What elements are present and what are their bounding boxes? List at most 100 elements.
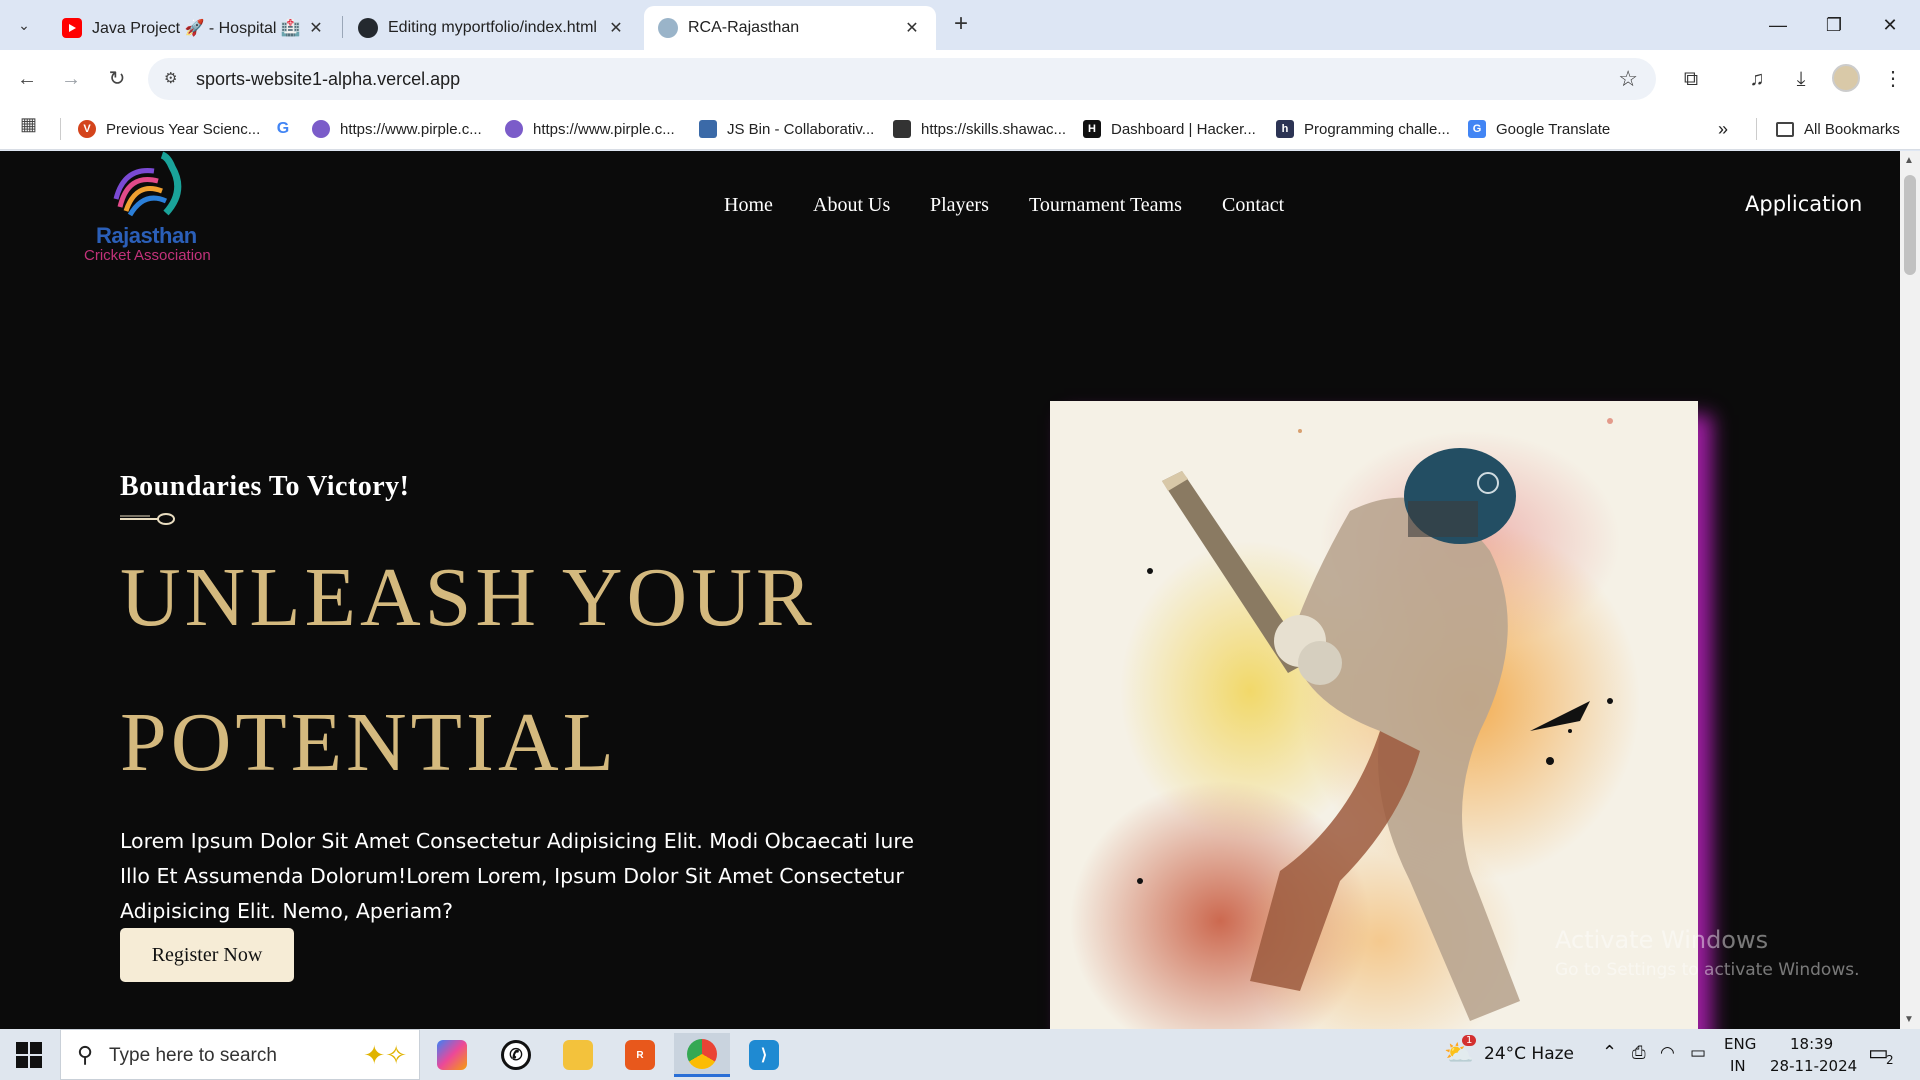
bookmark-programming[interactable]: h Programming challe...	[1276, 118, 1450, 140]
scroll-down-icon[interactable]: ▼	[1904, 1014, 1914, 1025]
nav-players[interactable]: Players	[930, 194, 989, 217]
taskbar-file-explorer[interactable]	[550, 1033, 606, 1077]
show-hidden-icons[interactable]: ⌃	[1602, 1042, 1617, 1063]
hackerearth-icon: h	[1276, 120, 1294, 138]
bookmark-shawac[interactable]: https://skills.shawac...	[893, 118, 1066, 140]
tab-title: RCA-Rajasthan	[688, 19, 800, 36]
nav-about-us[interactable]: About Us	[813, 194, 890, 217]
page-scrollbar[interactable]: ▲ ▼	[1900, 151, 1920, 1029]
new-tab-button[interactable]: +	[948, 12, 974, 38]
wifi-icon[interactable]: ◠	[1660, 1043, 1675, 1063]
hackerrank-icon: H	[1083, 120, 1101, 138]
bookmark-label: https://skills.shawac...	[921, 120, 1067, 138]
close-tab-icon[interactable]: ✕	[606, 18, 626, 38]
chrome-icon	[687, 1038, 717, 1069]
watermark-subtitle: Go to Settings to activate Windows.	[1555, 960, 1860, 980]
language-eng[interactable]: ENG	[1724, 1035, 1756, 1053]
site-info-icon[interactable]: ⚙	[164, 69, 184, 89]
peacock-logo-icon	[113, 151, 182, 217]
copilot-icon	[437, 1040, 467, 1070]
profile-avatar[interactable]	[1832, 64, 1860, 92]
tab-strip: ⌄ Java Project 🚀 - Hospital 🏥 ✕ Editing …	[0, 0, 1920, 50]
bookmark-google-translate[interactable]: G Google Translate	[1468, 118, 1610, 140]
minimize-button[interactable]: —	[1750, 8, 1806, 42]
windows-start-icon[interactable]	[16, 1042, 42, 1068]
bookmark-previous-year[interactable]: V Previous Year Scienc...	[78, 118, 260, 140]
browser-toolbar: ← → ↻ ⚙ sports-website1-alpha.vercel.app…	[0, 50, 1920, 108]
apps-grid-icon[interactable]: ▦	[20, 114, 37, 135]
whatsapp-icon: ✆	[501, 1040, 531, 1070]
watermark-title: Activate Windows	[1555, 926, 1769, 954]
bookmark-jsbin[interactable]: JS Bin - Collaborativ...	[699, 118, 874, 140]
taskbar-search-box[interactable]: ⚲ Type here to search ✦✧	[60, 1029, 420, 1080]
close-tab-icon[interactable]: ✕	[902, 18, 922, 38]
sparkle-icon: ✦✧	[363, 1040, 407, 1070]
bookmark-label: Dashboard | Hacker...	[1111, 120, 1256, 138]
reader-icon: R	[625, 1040, 655, 1070]
tab-rca-rajasthan[interactable]: RCA-Rajasthan ✕	[644, 6, 936, 50]
bookmark-hackerrank[interactable]: H Dashboard | Hacker...	[1083, 118, 1256, 140]
tab-editing-portfolio[interactable]: Editing myportfolio/index.html ✕	[344, 6, 640, 50]
hero-description: Lorem Ipsum Dolor Sit Amet Consectetur A…	[120, 829, 914, 923]
restore-button[interactable]: ❐	[1806, 8, 1862, 42]
github-icon	[358, 18, 378, 38]
more-bookmarks-icon[interactable]: »	[1718, 118, 1728, 140]
activate-windows-watermark: Activate Windows Go to Settings to activ…	[1555, 926, 1860, 980]
meet-now-icon[interactable]: ⎙	[1632, 1043, 1646, 1063]
scroll-up-icon[interactable]: ▲	[1904, 155, 1914, 166]
extensions-icon[interactable]: ⧉	[1676, 64, 1706, 94]
tagline: Boundaries To Victory!	[120, 471, 410, 502]
translate-icon: G	[1468, 120, 1486, 138]
register-now-button[interactable]: Register Now	[120, 928, 294, 982]
bookmark-label: All Bookmarks	[1804, 120, 1900, 138]
forward-button[interactable]: →	[56, 64, 86, 94]
taskbar-vscode[interactable]: ⟩	[736, 1033, 792, 1077]
logo-subtitle: Cricket Association	[84, 247, 211, 264]
all-bookmarks-button[interactable]: All Bookmarks	[1776, 118, 1900, 140]
application-link[interactable]: Application	[1745, 192, 1862, 216]
nav-contact[interactable]: Contact	[1222, 194, 1284, 217]
folder-icon	[563, 1040, 593, 1070]
rca-logo[interactable]: Rajasthan Cricket Association	[84, 151, 224, 266]
taskbar-chrome[interactable]	[674, 1033, 730, 1077]
rca-icon	[658, 18, 678, 38]
clock-time[interactable]: 18:39	[1790, 1035, 1833, 1053]
media-control-icon[interactable]: ♫	[1742, 64, 1772, 94]
bookmark-label: Programming challe...	[1304, 120, 1450, 138]
bookmark-pirple-1[interactable]: https://www.pirple.c...	[312, 118, 482, 140]
reload-button[interactable]: ↻	[102, 64, 132, 94]
download-icon[interactable]: ⤓	[1786, 64, 1816, 94]
close-window-button[interactable]: ✕	[1862, 8, 1918, 42]
clock-date[interactable]: 28-11-2024	[1770, 1057, 1857, 1075]
pirple-icon	[505, 120, 523, 138]
youtube-icon	[62, 18, 82, 38]
tab-java-project[interactable]: Java Project 🚀 - Hospital 🏥 ✕	[48, 6, 340, 50]
taskbar-copilot[interactable]	[424, 1033, 480, 1077]
weather-text[interactable]: 24°C Haze	[1484, 1044, 1574, 1064]
bookmark-divider	[60, 118, 61, 140]
bookmark-label: https://www.pirple.c...	[533, 120, 675, 138]
v-icon: V	[78, 120, 96, 138]
bookmark-google[interactable]: G	[274, 118, 302, 140]
folder-icon	[1776, 121, 1794, 137]
close-tab-icon[interactable]: ✕	[306, 18, 326, 38]
bookmark-star-icon[interactable]: ☆	[1618, 66, 1638, 92]
nav-home[interactable]: Home	[724, 194, 773, 217]
menu-kebab-icon[interactable]: ⋮	[1878, 64, 1908, 94]
address-bar[interactable]: ⚙ sports-website1-alpha.vercel.app ☆	[148, 58, 1656, 100]
tagline-ornament-icon	[120, 513, 175, 525]
logo-title: Rajasthan	[96, 223, 197, 248]
nav-tournament-teams[interactable]: Tournament Teams	[1029, 194, 1182, 217]
bookmark-divider	[1756, 118, 1757, 140]
windows-taskbar: ⚲ Type here to search ✦✧ ✆ R ⟩ ⛅ 1 24°C …	[0, 1029, 1920, 1080]
scroll-thumb[interactable]	[1904, 175, 1916, 275]
bookmark-pirple-2[interactable]: https://www.pirple.c...	[505, 118, 675, 140]
bookmark-label: Google Translate	[1496, 120, 1611, 138]
shawac-icon	[893, 120, 911, 138]
tab-search-icon[interactable]: ⌄	[10, 11, 38, 39]
back-button[interactable]: ←	[12, 64, 42, 94]
battery-icon[interactable]: ▭	[1690, 1043, 1706, 1063]
taskbar-pdf-reader[interactable]: R	[612, 1033, 668, 1077]
taskbar-whatsapp[interactable]: ✆	[488, 1033, 544, 1077]
tab-title: Editing myportfolio/index.html	[388, 19, 597, 36]
